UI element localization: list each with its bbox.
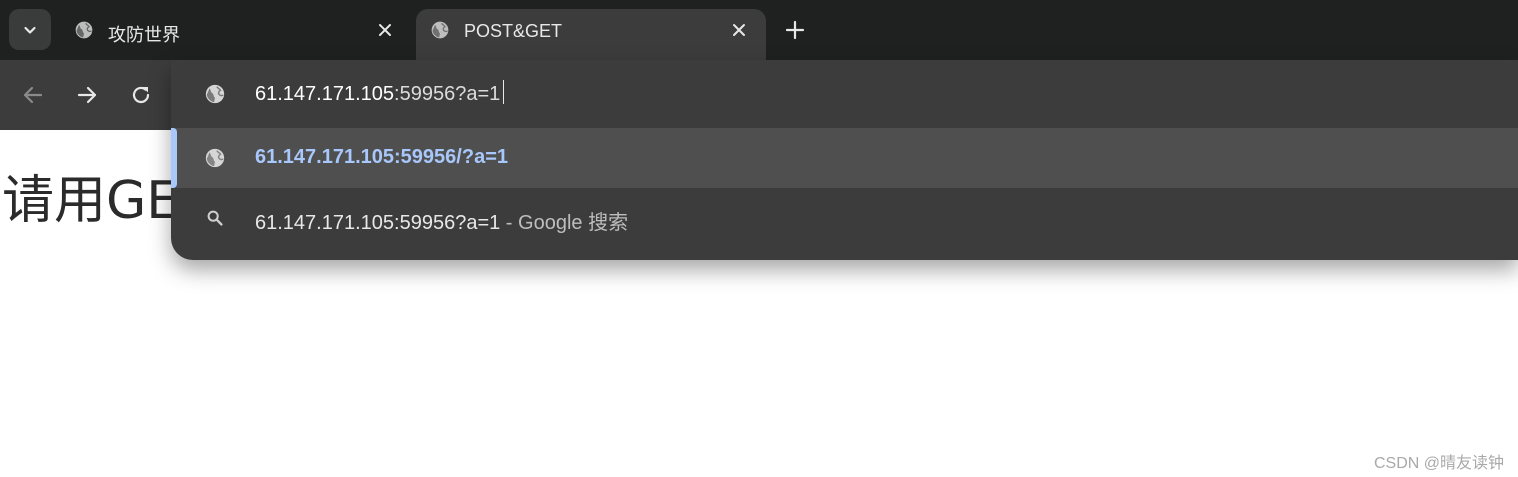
address-rest: :59956?a=1 xyxy=(394,83,501,105)
close-icon[interactable] xyxy=(376,21,394,39)
address-host: 61.147.171.105 xyxy=(255,83,395,105)
omnibox-dropdown: 61.147.171.105:59956?a=1 61.147.171.105:… xyxy=(171,60,1518,260)
close-icon[interactable] xyxy=(730,21,748,39)
suggestion-text: 61.147.171.105:59956?a=1 - Google 搜索 xyxy=(255,206,628,235)
plus-icon[interactable] xyxy=(783,18,807,42)
csdn-watermark: CSDN @晴友读钟 xyxy=(1373,455,1504,472)
search-icon xyxy=(207,210,223,226)
search-query: 61.147.171.105:59956?a=1 xyxy=(255,212,501,234)
suggestion-text: 61.147.171.105:59956/?a=1 xyxy=(255,146,508,168)
address-input[interactable]: 61.147.171.105:59956?a=1 xyxy=(255,80,505,106)
tab-search-button[interactable] xyxy=(9,9,51,50)
chevron-down-icon xyxy=(24,26,36,34)
text-caret xyxy=(503,80,505,104)
tab-strip: 攻防世界 POST&GET xyxy=(0,0,1518,60)
forward-arrow-icon[interactable] xyxy=(74,82,100,108)
tab-title: POST&GET xyxy=(464,21,563,41)
suggestion-url[interactable]: 61.147.171.105:59956/?a=1 xyxy=(171,128,1518,188)
search-provider: - Google 搜索 xyxy=(500,212,629,234)
globe-icon xyxy=(205,148,225,168)
globe-icon xyxy=(205,84,225,104)
reload-icon[interactable] xyxy=(128,82,154,108)
suggestion-search[interactable]: 61.147.171.105:59956?a=1 - Google 搜索 xyxy=(171,188,1518,248)
tab-title: 攻防世界 xyxy=(108,25,180,45)
selection-indicator xyxy=(171,128,177,188)
globe-icon xyxy=(431,21,449,39)
tab-post-get[interactable]: POST&GET xyxy=(416,9,766,60)
tab-gongfang[interactable]: 攻防世界 xyxy=(60,9,412,60)
globe-icon xyxy=(75,21,93,39)
omnibox-input-row[interactable]: 61.147.171.105:59956?a=1 xyxy=(171,60,1518,128)
back-arrow-icon[interactable] xyxy=(20,82,46,108)
